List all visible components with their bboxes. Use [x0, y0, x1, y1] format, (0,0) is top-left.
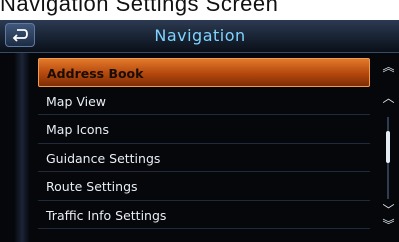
menu-item-label: Guidance Settings: [46, 150, 161, 166]
menu-list: Address Book Map View Map Icons Guidance…: [38, 58, 370, 229]
side-rail: [14, 53, 30, 242]
caption-text: Navigation Settings Screen: [0, 0, 279, 16]
page-up-icon[interactable]: ︽: [381, 61, 396, 73]
menu-item-label: Map Icons: [46, 122, 109, 137]
page-down-icon[interactable]: ︾: [381, 219, 396, 231]
menu-item-label: Map View: [46, 93, 107, 109]
scrollbar[interactable]: ︽ ︿ ﹀ ︾: [378, 53, 399, 242]
scroll-down-icon[interactable]: ﹀: [381, 201, 396, 218]
menu-item-map-icons[interactable]: Map Icons: [38, 115, 370, 144]
header-bar: Navigation: [0, 20, 399, 53]
caption: Navigation Settings Screen: [0, 0, 399, 20]
menu-item-label: Traffic Info Settings: [46, 207, 167, 223]
menu-item-address-book[interactable]: Address Book: [38, 58, 370, 87]
scroll-thumb[interactable]: [386, 131, 390, 163]
menu-item-guidance-settings[interactable]: Guidance Settings: [38, 144, 370, 172]
menu-item-map-view[interactable]: Map View: [38, 87, 370, 115]
scroll-up-icon[interactable]: ︿: [381, 89, 396, 106]
menu-item-traffic-info-settings[interactable]: Traffic Info Settings: [38, 201, 370, 229]
menu-item-label: Route Settings: [46, 179, 138, 194]
nav-screen: Navigation Address Book Map View Map Ico…: [0, 20, 399, 242]
back-arrow-icon: [12, 29, 28, 42]
menu-item-route-settings[interactable]: Route Settings: [38, 172, 370, 201]
page-title: Navigation: [154, 26, 246, 45]
back-button[interactable]: [5, 23, 35, 47]
menu-item-label: Address Book: [47, 66, 144, 81]
